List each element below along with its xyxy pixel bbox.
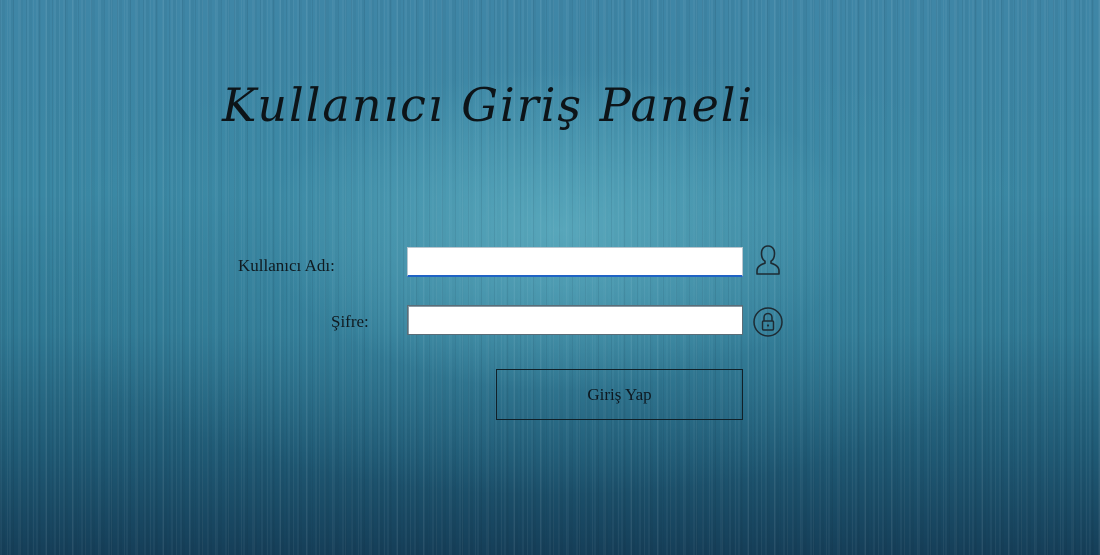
username-label: Kullanıcı Adı:: [238, 256, 335, 275]
login-button[interactable]: Giriş Yap: [496, 369, 743, 420]
page-title: Kullanıcı Giriş Paneli: [222, 78, 755, 132]
password-label: Şifre:: [331, 312, 369, 331]
username-input[interactable]: [407, 247, 743, 277]
password-input[interactable]: [407, 305, 743, 335]
user-icon: [753, 243, 783, 277]
lock-icon: [752, 305, 784, 339]
